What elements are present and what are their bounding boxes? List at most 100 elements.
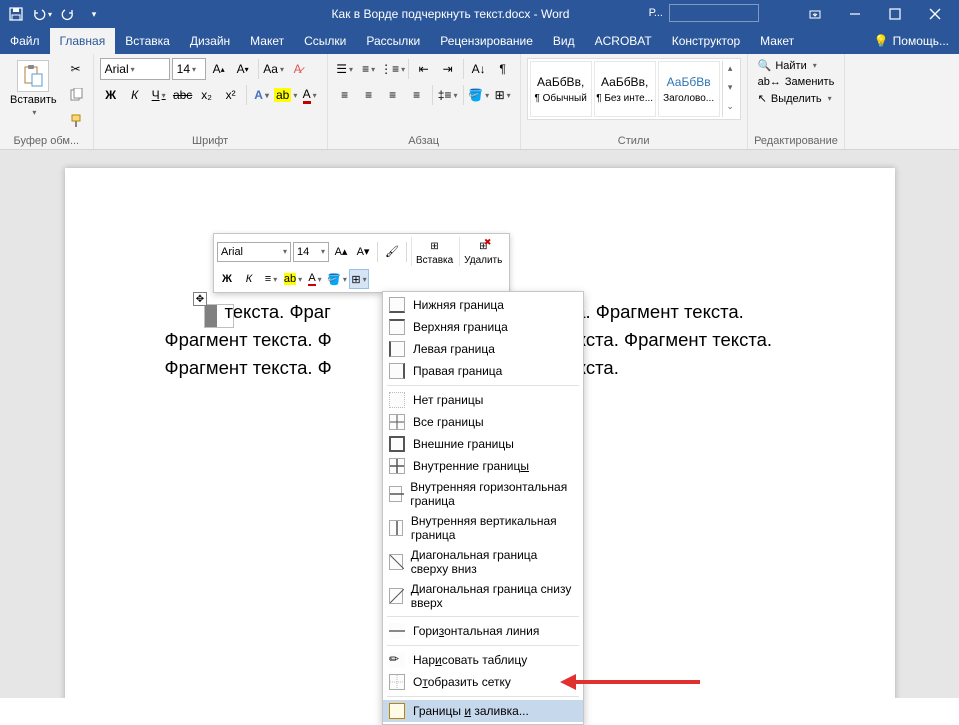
font-size-combo[interactable]: 14▾ [172, 58, 206, 80]
tab-mailings[interactable]: Рассылки [356, 28, 430, 54]
mini-bold-button[interactable]: Ж [217, 269, 237, 289]
tab-acrobat[interactable]: ACROBAT [585, 28, 662, 54]
mini-font-color-icon[interactable]: A▾ [305, 269, 325, 289]
clear-format-icon[interactable]: A̷ [287, 58, 309, 80]
save-icon[interactable] [4, 2, 28, 26]
tab-insert[interactable]: Вставка [115, 28, 180, 54]
lightbulb-icon: 💡 [874, 34, 889, 48]
hline-icon [389, 623, 405, 639]
menu-borders-and-shading[interactable]: Границы и заливка... [383, 700, 583, 722]
tab-references[interactable]: Ссылки [294, 28, 356, 54]
show-marks-icon[interactable]: ¶ [492, 58, 514, 80]
tab-design[interactable]: Дизайн [180, 28, 240, 54]
align-right-icon[interactable]: ≡ [382, 84, 404, 106]
undo-icon[interactable]: ▾ [30, 2, 54, 26]
menu-left-border[interactable]: Левая граница [383, 338, 583, 360]
line-spacing-icon[interactable]: ‡≡▾ [437, 84, 459, 106]
increase-indent-icon[interactable]: ⇥ [437, 58, 459, 80]
table-cell[interactable] [204, 304, 234, 328]
underline-button[interactable]: Ч▾ [148, 84, 170, 106]
justify-icon[interactable]: ≡ [406, 84, 428, 106]
menu-inside-borders[interactable]: Внутренние границы [383, 455, 583, 477]
sort-icon[interactable]: A↓ [468, 58, 490, 80]
style-heading[interactable]: АаБбВвЗаголово... [658, 61, 720, 117]
decrease-indent-icon[interactable]: ⇤ [413, 58, 435, 80]
mini-align-icon[interactable]: ≡▾ [261, 269, 281, 289]
bold-button[interactable]: Ж [100, 84, 122, 106]
bullets-icon[interactable]: ☰▾ [334, 58, 356, 80]
tell-me[interactable]: 💡 Помощь... [864, 28, 959, 54]
mini-borders-button[interactable]: ⊞▾ [349, 269, 369, 289]
tab-view[interactable]: Вид [543, 28, 585, 54]
multilevel-icon[interactable]: ⋮≡▾ [382, 58, 404, 80]
shrink-font-icon[interactable]: A▾ [232, 58, 254, 80]
strike-button[interactable]: abc [172, 84, 194, 106]
font-name-combo[interactable]: Arial▾ [100, 58, 170, 80]
font-color-icon[interactable]: A▾ [299, 84, 321, 106]
menu-inside-v-border[interactable]: Внутренняя вертикальная граница [383, 511, 583, 545]
style-gallery[interactable]: АаБбВв,¶ Обычный АаБбВв,¶ Без инте... Аа… [527, 58, 741, 120]
tab-layout2[interactable]: Макет [750, 28, 804, 54]
redo-icon[interactable] [56, 2, 80, 26]
table-move-handle[interactable]: ✥ [193, 292, 207, 306]
qat-customize-icon[interactable]: ▾ [82, 2, 106, 26]
menu-right-border[interactable]: Правая граница [383, 360, 583, 382]
italic-button[interactable]: К [124, 84, 146, 106]
user-box[interactable] [669, 4, 759, 22]
mini-grow-font-icon[interactable]: A▴ [331, 242, 351, 262]
menu-draw-table[interactable]: ✏Нарисовать таблицу [383, 649, 583, 671]
mini-delete-button[interactable]: ⊞✖ Удалить [459, 237, 506, 266]
close-button[interactable] [915, 0, 955, 28]
align-left-icon[interactable]: ≡ [334, 84, 356, 106]
subscript-button[interactable]: x₂ [196, 84, 218, 106]
borders-icon[interactable]: ⊞▾ [492, 84, 514, 106]
mini-format-painter-icon[interactable]: 🖌 [382, 242, 402, 262]
find-button[interactable]: 🔍Найти▾ [754, 58, 839, 73]
grow-font-icon[interactable]: A▴ [208, 58, 230, 80]
tab-file[interactable]: Файл [0, 28, 50, 54]
menu-horizontal-line[interactable]: Горизонтальная линия [383, 620, 583, 642]
table-delete-icon: ⊞✖ [473, 237, 493, 255]
style-gallery-more[interactable]: ▴▾⌄ [722, 61, 738, 117]
mini-size-combo[interactable]: 14▾ [293, 242, 329, 262]
mini-insert-button[interactable]: ⊞ Вставка [411, 237, 457, 266]
menu-diag-down-border[interactable]: Диагональная граница сверху вниз [383, 545, 583, 579]
tab-layout[interactable]: Макет [240, 28, 294, 54]
minimize-button[interactable] [835, 0, 875, 28]
menu-diag-up-border[interactable]: Диагональная граница снизу вверх [383, 579, 583, 613]
select-button[interactable]: ↖Выделить▾ [754, 91, 839, 106]
mini-font-combo[interactable]: Arial▾ [217, 242, 291, 262]
mini-italic-button[interactable]: К [239, 269, 259, 289]
tab-home[interactable]: Главная [50, 28, 116, 54]
tab-review[interactable]: Рецензирование [430, 28, 543, 54]
style-no-spacing[interactable]: АаБбВв,¶ Без инте... [594, 61, 656, 117]
replace-button[interactable]: ab↔Заменить [754, 75, 839, 89]
text-effects-icon[interactable]: A▾ [251, 84, 273, 106]
style-normal[interactable]: АаБбВв,¶ Обычный [530, 61, 592, 117]
menu-top-border[interactable]: Верхняя граница [383, 316, 583, 338]
highlight-icon[interactable]: ab▾ [275, 84, 297, 106]
shading-icon[interactable]: 🪣▾ [468, 84, 490, 106]
format-painter-icon[interactable] [65, 110, 87, 132]
group-paragraph: ☰▾ ≡▾ ⋮≡▾ ⇤ ⇥ A↓ ¶ ≡ ≡ ≡ ≡ ‡≡▾ 🪣▾ ⊞▾ [328, 54, 521, 149]
numbering-icon[interactable]: ≡▾ [358, 58, 380, 80]
menu-bottom-border[interactable]: Нижняя граница [383, 294, 583, 316]
cut-icon[interactable]: ✂ [65, 58, 87, 80]
paste-button[interactable]: Вставить ▾ [6, 58, 61, 119]
menu-outside-borders[interactable]: Внешние границы [383, 433, 583, 455]
menu-all-borders[interactable]: Все границы [383, 411, 583, 433]
align-center-icon[interactable]: ≡ [358, 84, 380, 106]
menu-no-border[interactable]: Нет границы [383, 389, 583, 411]
mini-highlight-icon[interactable]: ab▾ [283, 269, 303, 289]
maximize-button[interactable] [875, 0, 915, 28]
superscript-button[interactable]: x² [220, 84, 242, 106]
menu-inside-h-border[interactable]: Внутренняя горизонтальная граница [383, 477, 583, 511]
copy-icon[interactable] [65, 84, 87, 106]
border-inside-v-icon [389, 520, 403, 536]
tab-constructor[interactable]: Конструктор [662, 28, 750, 54]
ribbon-display-icon[interactable] [795, 0, 835, 28]
change-case-icon[interactable]: Aa▾ [263, 58, 285, 80]
mini-shading-icon[interactable]: 🪣▾ [327, 269, 347, 289]
mini-shrink-font-icon[interactable]: A▾ [353, 242, 373, 262]
menu-view-gridlines[interactable]: Отобразить сетку [383, 671, 583, 693]
